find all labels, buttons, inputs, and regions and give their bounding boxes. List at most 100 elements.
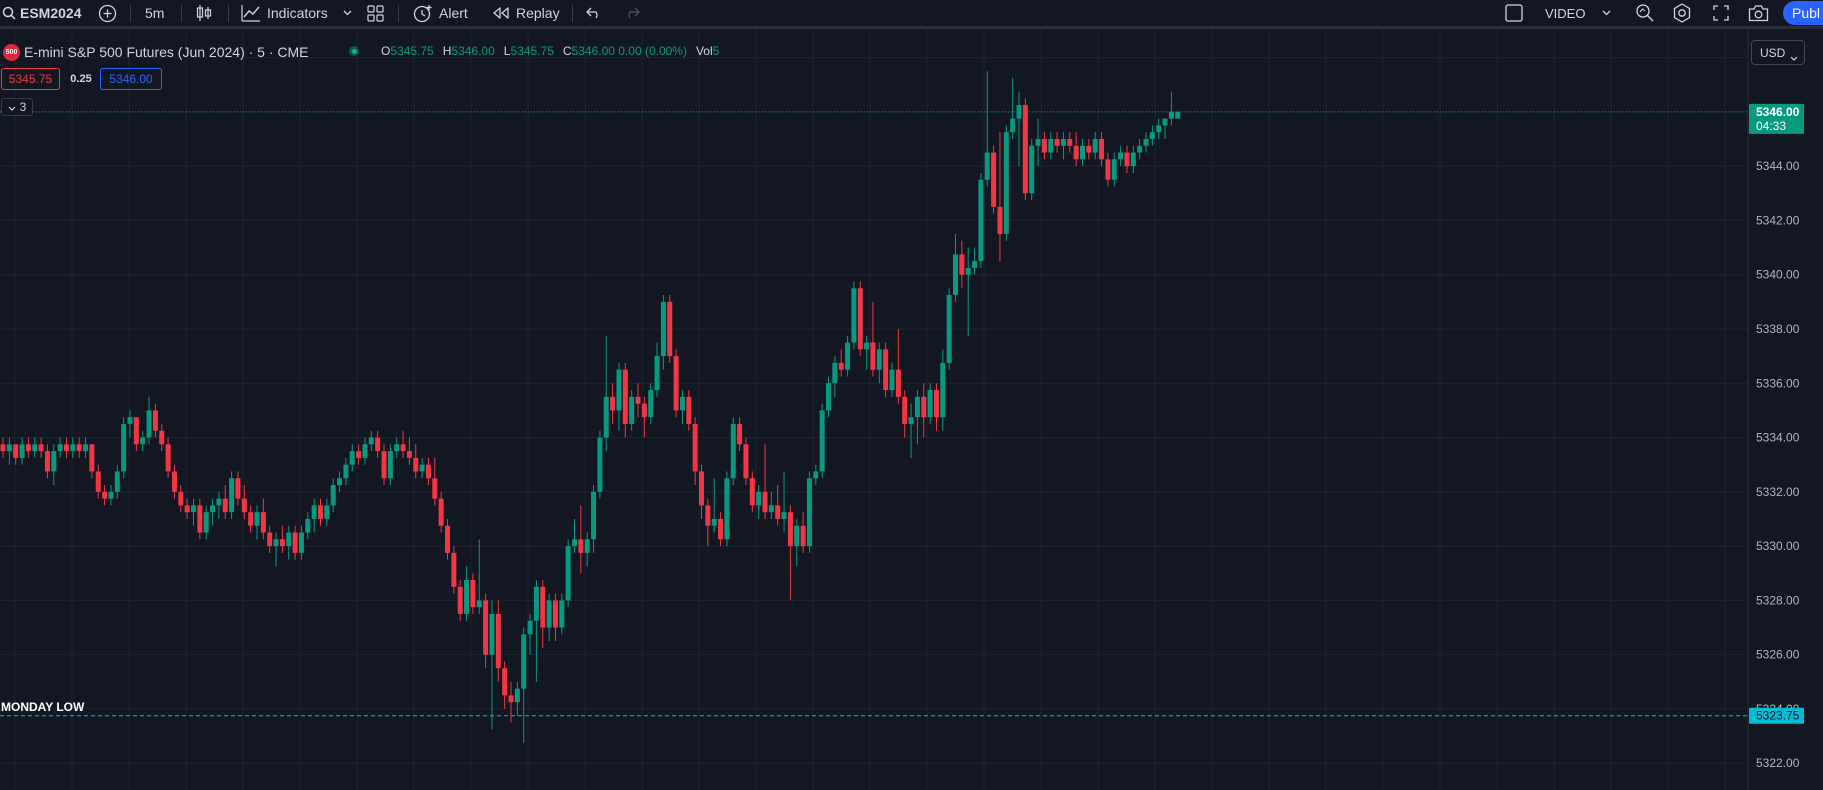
candle-body (140, 437, 146, 445)
quick-search-button[interactable] (1635, 0, 1655, 26)
market-status-icon[interactable] (349, 46, 359, 56)
candle-body (381, 451, 387, 479)
price-chart[interactable]: 5322.005324.005326.005328.005330.005332.… (0, 29, 1823, 790)
candle-body (6, 444, 12, 452)
buy-price-button[interactable]: 5346.00 (100, 68, 162, 90)
candle-body (838, 362, 844, 370)
publish-button[interactable]: Publ (1783, 1, 1823, 25)
price-axis[interactable]: 5322.005324.005326.005328.005330.005332.… (1756, 51, 1800, 771)
chevron-down-icon (1602, 10, 1611, 16)
candle-body (870, 342, 876, 370)
candle-body (1111, 159, 1117, 180)
candle (667, 295, 673, 363)
bar-countdown: 04:33 (1756, 119, 1786, 133)
candle-body (273, 539, 279, 547)
candle-body (1035, 138, 1041, 146)
candle-body (927, 390, 933, 418)
candle-body (445, 525, 450, 553)
candle-body (241, 498, 247, 513)
symbol-legend[interactable]: 500 E-mini S&P 500 Futures (Jun 2024) · … (0, 42, 309, 62)
candle (1149, 125, 1155, 146)
candle (959, 240, 965, 289)
select-checkbox[interactable] (1505, 0, 1523, 26)
candle (70, 437, 76, 458)
candle (184, 498, 190, 519)
candle (870, 301, 876, 377)
toolbar-divider (572, 5, 573, 22)
candle (559, 593, 565, 635)
candle-body (286, 532, 292, 547)
candle (152, 403, 158, 438)
candle (406, 437, 412, 465)
candle (902, 390, 908, 438)
symbol-logo-icon: 500 (3, 43, 20, 61)
candle-body (787, 512, 793, 547)
candle (565, 539, 571, 608)
candle (51, 444, 57, 486)
candle-body (756, 491, 762, 506)
candle-body (1048, 138, 1054, 153)
interval-label: 5m (145, 5, 165, 21)
candle-body (1092, 138, 1098, 153)
redo-button[interactable] (624, 0, 640, 26)
indicators-button[interactable]: Indicators (241, 0, 328, 26)
undo-button[interactable] (586, 0, 602, 26)
candle-body (641, 403, 647, 418)
candle (686, 390, 692, 431)
candle (387, 444, 393, 486)
candle (44, 444, 50, 479)
candle-body (1022, 105, 1028, 194)
candle-body (191, 505, 196, 513)
interval-button[interactable]: 5m (145, 0, 164, 26)
candle (718, 512, 724, 547)
candle-body (857, 288, 863, 350)
candle-body (413, 457, 419, 472)
candle-body (1029, 145, 1035, 194)
chart-type-button[interactable] (196, 0, 212, 26)
sell-price-button[interactable]: 5345.75 (1, 68, 60, 90)
candle (857, 281, 863, 357)
candle (0, 437, 6, 458)
video-button[interactable]: VIDEO (1545, 0, 1585, 26)
price-tick-label: 5322.00 (1756, 756, 1800, 770)
indicators-menu-button[interactable] (343, 0, 352, 26)
candle (775, 485, 781, 526)
candle-body (845, 342, 851, 370)
candle-body (400, 444, 406, 452)
fullscreen-button[interactable] (1713, 0, 1729, 26)
candle (660, 295, 666, 370)
candle-body (248, 512, 254, 526)
candle-body (692, 423, 698, 472)
candle (1003, 125, 1009, 241)
symbol-search-button[interactable]: ESM2024 (2, 0, 81, 26)
collapse-indicators-button[interactable]: 3 (1, 98, 33, 116)
add-symbol-button[interactable] (98, 0, 117, 26)
candle (819, 403, 825, 479)
candle (254, 505, 260, 540)
indicators-icon (241, 4, 261, 22)
candle (1022, 98, 1028, 201)
candle-body (57, 444, 63, 452)
candle (654, 342, 660, 397)
candle (806, 471, 812, 553)
candle (368, 430, 374, 452)
alert-button[interactable]: Alert (413, 0, 468, 26)
candle-body (133, 417, 139, 445)
candle-body (432, 478, 438, 499)
video-label: VIDEO (1545, 5, 1586, 21)
candle (629, 390, 635, 431)
candle-body (629, 396, 635, 424)
candle (927, 383, 933, 424)
candle-body (572, 539, 577, 547)
candle (400, 430, 406, 458)
layouts-button[interactable] (367, 0, 384, 26)
candle (1067, 132, 1073, 153)
currency-select[interactable]: USD (1751, 40, 1805, 65)
settings-button[interactable] (1672, 0, 1692, 26)
video-menu-button[interactable] (1602, 0, 1611, 26)
snapshot-button[interactable] (1748, 0, 1769, 26)
candles-icon (196, 4, 212, 22)
replay-button[interactable]: Replay (492, 0, 560, 26)
candle-body (1073, 145, 1079, 160)
candle (197, 498, 203, 540)
